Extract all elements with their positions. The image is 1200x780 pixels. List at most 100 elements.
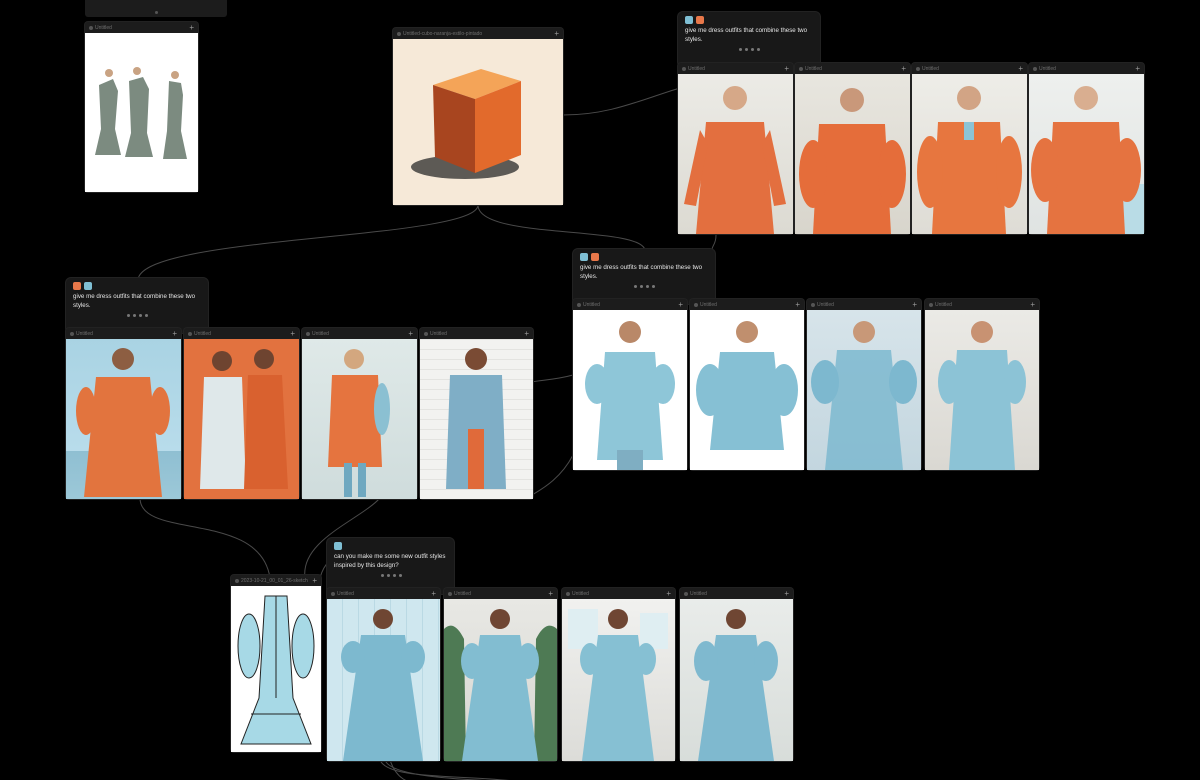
add-icon[interactable]: + [912, 300, 917, 309]
image-orange-shirt-dress [678, 74, 793, 234]
node-label: Untitled [89, 25, 112, 31]
image-node-bottom-3[interactable]: Untitled + [562, 588, 675, 761]
image-node-bottom-1[interactable]: Untitled + [327, 588, 440, 761]
canvas[interactable]: Untitled + Untitled-cubo-naranja-estilo-… [0, 0, 1200, 780]
blue-swatch-icon [84, 282, 92, 290]
image-node-bottom-2[interactable]: Untitled + [444, 588, 557, 761]
image-orange-top [1029, 74, 1144, 234]
image-orange-blouse [795, 74, 910, 234]
image-green-dress [85, 33, 198, 192]
add-icon[interactable]: + [1030, 300, 1035, 309]
add-icon[interactable]: + [524, 329, 529, 338]
cube-illustration [411, 69, 521, 179]
more-dots-icon[interactable] [73, 314, 202, 318]
image-node-orange-3[interactable]: Untitled + [912, 63, 1027, 234]
blue-swatch-icon [580, 253, 588, 261]
node-label: Untitled [1033, 66, 1056, 72]
prompt-card-bottom[interactable]: can you make me some new outfit styles i… [327, 538, 454, 594]
image-blue-tiered-dress-1 [327, 599, 440, 761]
add-icon[interactable]: + [408, 329, 413, 338]
node-label: Untitled [577, 302, 600, 308]
image-node-left-1[interactable]: Untitled + [66, 328, 181, 499]
add-icon[interactable]: + [554, 29, 559, 38]
green-dress-illustration [95, 67, 187, 159]
add-icon[interactable]: + [678, 300, 683, 309]
more-dots-icon[interactable] [334, 574, 448, 578]
node-label: Untitled [306, 331, 329, 337]
node-label: Untitled [916, 66, 939, 72]
image-node-left-2[interactable]: Untitled + [184, 328, 299, 499]
image-blue-mini-dress [690, 310, 804, 470]
image-blue-coat-dress [573, 310, 687, 470]
orange-swatch-icon [591, 253, 599, 261]
node-label: Untitled [331, 591, 354, 597]
node-label: Untitled [684, 591, 707, 597]
add-icon[interactable]: + [312, 576, 317, 585]
add-icon[interactable]: + [172, 329, 177, 338]
node-label: Untitled [929, 302, 952, 308]
image-blue-tiered-dress-3 [562, 599, 675, 761]
blue-swatch-icon [685, 16, 693, 24]
image-node-orange-1[interactable]: Untitled + [678, 63, 793, 234]
image-node-green-dress[interactable]: Untitled + [85, 22, 198, 192]
image-orange-maxi-dress [66, 339, 181, 499]
add-icon[interactable]: + [901, 64, 906, 73]
partial-node[interactable] [85, 0, 227, 17]
add-icon[interactable]: + [784, 589, 789, 598]
blue-swatch-icon [334, 542, 342, 550]
image-node-sketch[interactable]: 2023-10-21_00_01_26-sketch + [231, 575, 321, 752]
image-blue-lace-dress [807, 310, 921, 470]
prompt-text: give me dress outfits that combine these… [685, 27, 808, 43]
image-node-orange-2[interactable]: Untitled + [795, 63, 910, 234]
image-node-orange-4[interactable]: Untitled + [1029, 63, 1144, 234]
image-blue-tiered-dress-4 [680, 599, 793, 761]
node-label: Untitled [566, 591, 589, 597]
node-label: Untitled [70, 331, 93, 337]
prompt-text: can you make me some new outfit styles i… [334, 553, 446, 569]
more-dots-icon[interactable] [580, 285, 709, 289]
add-icon[interactable]: + [548, 589, 553, 598]
image-node-blue-4[interactable]: Untitled + [925, 299, 1039, 470]
add-icon[interactable]: + [431, 589, 436, 598]
node-label: 2023-10-21_00_01_26-sketch [235, 578, 308, 584]
add-icon[interactable]: + [1135, 64, 1140, 73]
image-orange-shirt [912, 74, 1027, 234]
image-node-blue-1[interactable]: Untitled + [573, 299, 687, 470]
node-label: Untitled [448, 591, 471, 597]
image-node-blue-3[interactable]: Untitled + [807, 299, 921, 470]
add-icon[interactable]: + [290, 329, 295, 338]
node-label: Untitled [424, 331, 447, 337]
image-blue-long-shirt-dress [925, 310, 1039, 470]
add-icon[interactable]: + [666, 589, 671, 598]
drag-handle[interactable] [154, 11, 158, 14]
prompt-card-left[interactable]: give me dress outfits that combine these… [66, 278, 208, 333]
node-label: Untitled [811, 302, 834, 308]
image-two-models [184, 339, 299, 499]
image-node-left-4[interactable]: Untitled + [420, 328, 533, 499]
add-icon[interactable]: + [784, 64, 789, 73]
prompt-text: give me dress outfits that combine these… [580, 264, 703, 280]
image-orange-cube [393, 39, 563, 205]
prompt-text: give me dress outfits that combine these… [73, 293, 196, 309]
image-node-left-3[interactable]: Untitled + [302, 328, 417, 499]
orange-swatch-icon [73, 282, 81, 290]
image-orange-coat-blue-pants [302, 339, 417, 499]
image-blue-coat-orange-dress [420, 339, 533, 499]
image-node-blue-2[interactable]: Untitled + [690, 299, 804, 470]
add-icon[interactable]: + [1018, 64, 1023, 73]
image-dress-sketch [231, 586, 321, 752]
add-icon[interactable]: + [189, 23, 194, 32]
image-node-bottom-4[interactable]: Untitled + [680, 588, 793, 761]
image-node-cube[interactable]: Untitled-cubo-naranja-estilo-pintado + [393, 28, 563, 205]
add-icon[interactable]: + [795, 300, 800, 309]
node-label: Untitled-cubo-naranja-estilo-pintado [397, 31, 482, 37]
prompt-card-middle[interactable]: give me dress outfits that combine these… [573, 249, 715, 304]
node-label: Untitled [188, 331, 211, 337]
node-label: Untitled [799, 66, 822, 72]
orange-swatch-icon [696, 16, 704, 24]
node-label: Untitled [694, 302, 717, 308]
node-label: Untitled [682, 66, 705, 72]
image-blue-tiered-dress-2 [444, 599, 557, 761]
prompt-card-top[interactable]: give me dress outfits that combine these… [678, 12, 820, 67]
more-dots-icon[interactable] [685, 48, 814, 52]
